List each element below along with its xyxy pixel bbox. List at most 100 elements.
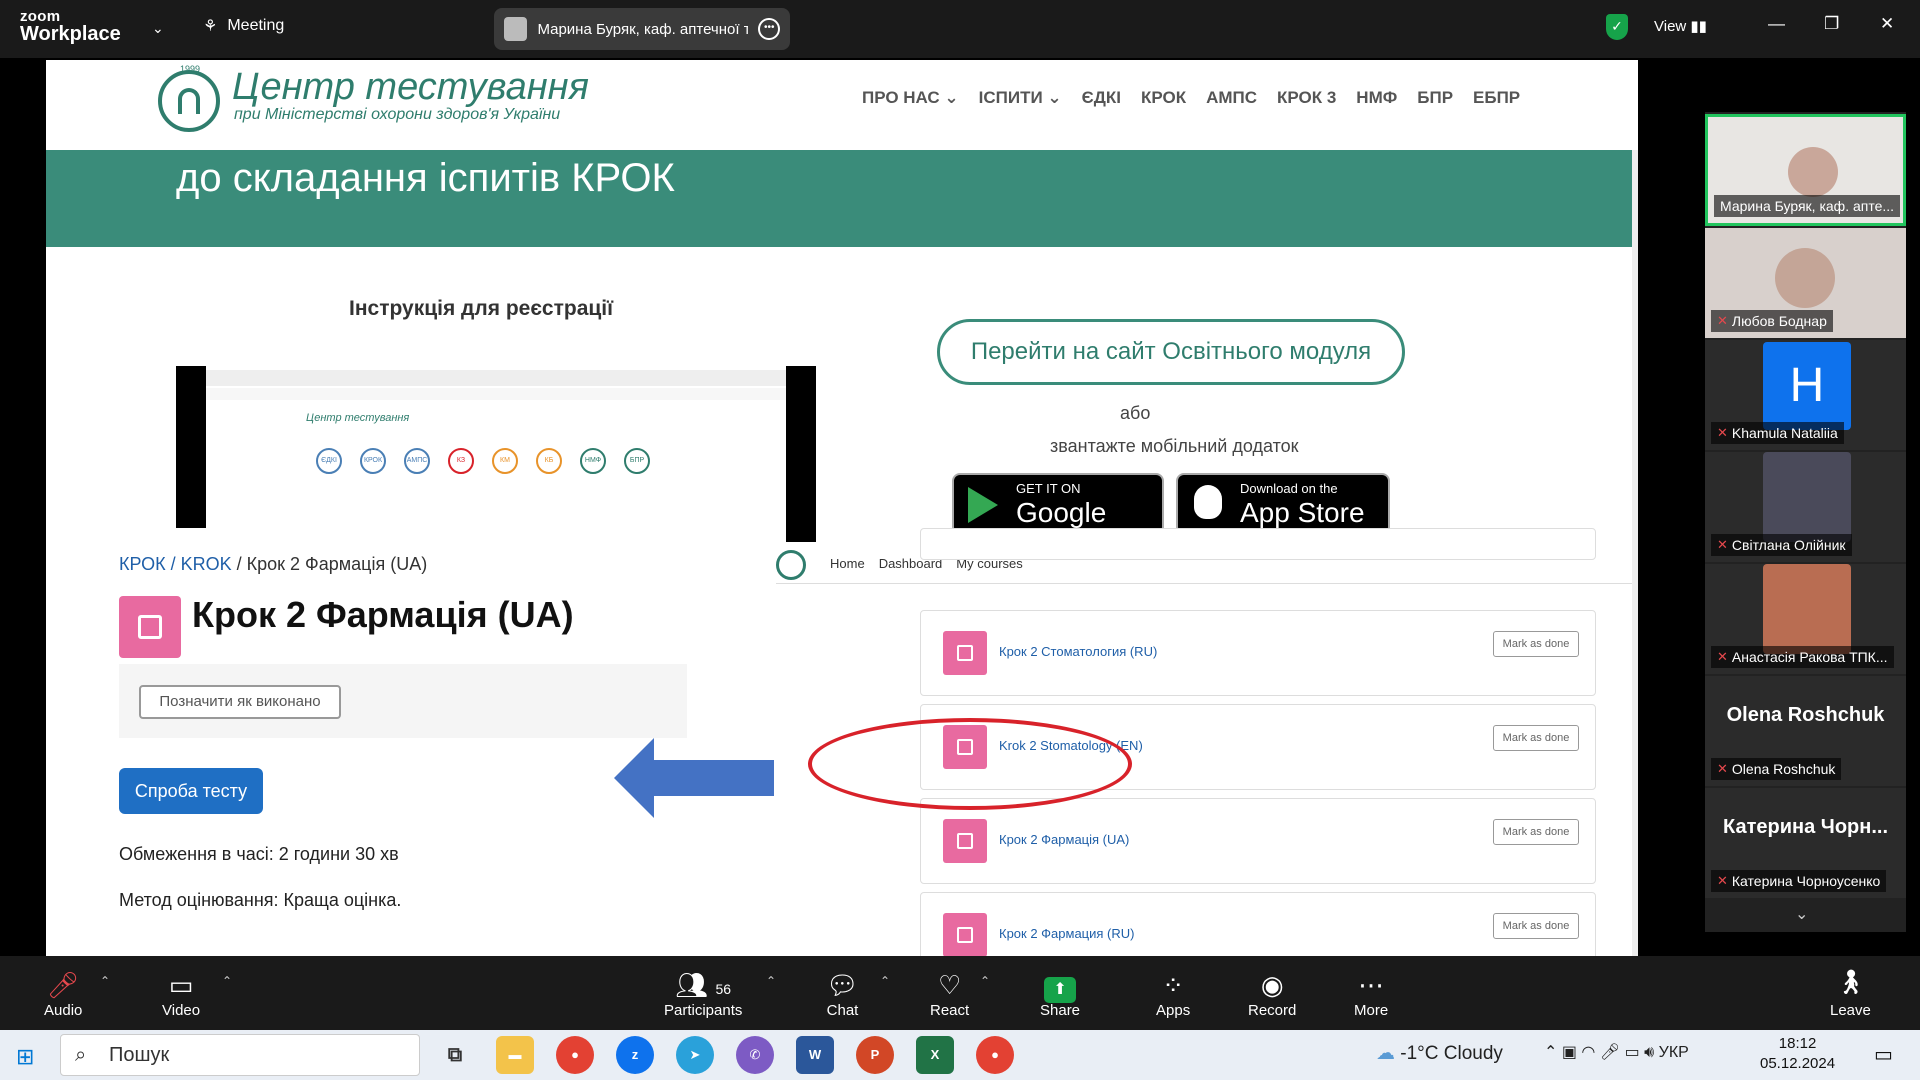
list-item[interactable]: Крок 2 Фармація (UA) Mark as done <box>920 798 1596 884</box>
mark-as-done-button[interactable]: Mark as done <box>1493 725 1579 751</box>
mark-as-done-button[interactable]: Позначити як виконано <box>139 685 341 719</box>
nav-item-exams[interactable]: ІСПИТИ ⌄ <box>979 88 1062 108</box>
exam-circles: ЄДКІ КРОК АМПС КЗ КМ КБ НМФ БПР <box>316 448 650 474</box>
scroll-down-chevron-icon[interactable]: ⌄ <box>1795 904 1808 924</box>
leave-icon: 🚶︎ <box>1835 969 1866 996</box>
task-view-icon[interactable]: ⧉ <box>436 1036 474 1074</box>
notifications-icon[interactable]: ▭ <box>1874 1042 1893 1067</box>
participant-name-text: Катерина Чорноусенко <box>1731 873 1881 889</box>
nav-item-nmf[interactable]: НМФ <box>1356 88 1397 108</box>
excel-icon[interactable]: X <box>916 1036 954 1074</box>
mark-as-done-button[interactable]: Mark as done <box>1493 631 1579 657</box>
grading-method-text: Метод оцінювання: Краща оцінка. <box>119 890 402 910</box>
clock-time: 18:12 <box>1778 1035 1817 1052</box>
chrome-icon[interactable]: ● <box>556 1036 594 1074</box>
mark-as-done-button[interactable]: Mark as done <box>1493 913 1579 939</box>
exam-circle: КЗ <box>448 448 474 474</box>
list-item <box>920 528 1596 560</box>
exam-circle: КБ <box>536 448 562 474</box>
share-button[interactable]: ⬆ Share <box>1040 968 1080 1019</box>
course-link[interactable]: Крок 2 Фармація (UA) <box>999 832 1129 847</box>
leave-button[interactable]: 🚶︎ Leave <box>1830 968 1871 1019</box>
record-button[interactable]: ◉ Record <box>1248 968 1296 1019</box>
apps-icon: ⁘ <box>1162 970 1184 1000</box>
minimize-icon[interactable]: — <box>1768 14 1785 34</box>
nav-item-krok[interactable]: КРОК <box>1141 88 1186 108</box>
nav-item-krok3[interactable]: КРОК 3 <box>1277 88 1336 108</box>
security-shield-icon[interactable]: ✓ <box>1606 14 1628 40</box>
list-item[interactable]: Крок 2 Стоматология (RU) Mark as done <box>920 610 1596 696</box>
participant-tile[interactable]: Марина Буряк, каф. апте... <box>1705 114 1906 226</box>
banner-text: до складання іспитів КРОК <box>176 156 675 200</box>
course-title: Крок 2 Фармація (UA) <box>192 594 574 635</box>
participant-tile[interactable]: ✕ Анастасія Ракова ТПК... <box>1705 564 1906 674</box>
viber-icon[interactable]: ✆ <box>736 1036 774 1074</box>
participants-caret-icon[interactable]: ⌃ <box>766 974 776 988</box>
taskbar-search[interactable]: ⌕ Пошук <box>60 1034 420 1076</box>
apps-button[interactable]: ⁘ Apps <box>1156 968 1190 1019</box>
exam-circle: ЄДКІ <box>316 448 342 474</box>
scrollbar[interactable] <box>1632 150 1638 956</box>
record-icon: ◉ <box>1260 970 1284 1000</box>
course-link[interactable]: Крок 2 Стоматология (RU) <box>999 644 1157 659</box>
file-explorer-icon[interactable]: ▬ <box>496 1036 534 1074</box>
google-play-badge[interactable]: GET IT ON Google Play <box>952 473 1164 560</box>
audio-button[interactable]: 🎤︎ Audio <box>44 968 82 1019</box>
list-item[interactable]: Крок 2 Фармация (RU) Mark as done <box>920 892 1596 956</box>
meeting-menu[interactable]: ⚘ Meeting <box>203 16 284 36</box>
nav-item-amps[interactable]: АМПС <box>1206 88 1257 108</box>
react-button[interactable]: ♡ React <box>930 968 969 1019</box>
attempt-quiz-button[interactable]: Спроба тесту <box>119 768 263 814</box>
exam-circle: КРОК <box>360 448 386 474</box>
nav-item-about[interactable]: ПРО НАС ⌄ <box>862 88 959 108</box>
participant-video <box>1788 147 1838 197</box>
mark-as-done-button[interactable]: Mark as done <box>1493 819 1579 845</box>
nav-item-edki[interactable]: ЄДКІ <box>1082 88 1121 108</box>
telegram-icon[interactable]: ➤ <box>676 1036 714 1074</box>
zoom-app-icon[interactable]: z <box>616 1036 654 1074</box>
participant-tile[interactable]: H ✕ Khamula Nataliia <box>1705 340 1906 450</box>
app-store-badge[interactable]: Download on the App Store <box>1176 473 1390 535</box>
more-options-icon[interactable]: ••• <box>758 18 780 40</box>
audio-caret-icon[interactable]: ⌃ <box>100 974 110 988</box>
nav-home[interactable]: Home <box>830 556 865 571</box>
restore-icon[interactable]: ❐ <box>1824 14 1839 34</box>
chat-button[interactable]: 💬︎ Chat <box>826 968 859 1019</box>
chat-caret-icon[interactable]: ⌃ <box>880 974 890 988</box>
view-button[interactable]: View ▮▮ <box>1654 17 1707 35</box>
windows-start-icon[interactable]: ⊞ <box>16 1044 34 1070</box>
course-link[interactable]: Крок 2 Фармация (RU) <box>999 926 1134 941</box>
participant-tile[interactable]: Катерина Чорн... ✕ Катерина Чорноусенко <box>1705 788 1906 898</box>
word-icon[interactable]: W <box>796 1036 834 1074</box>
meeting-label: Meeting <box>227 17 285 34</box>
participant-name-text: Olena Roshchuk <box>1731 761 1836 777</box>
participant-name-text: Марина Буряк, каф. апте... <box>1720 198 1895 214</box>
video-button[interactable]: ▭ Video <box>162 968 200 1019</box>
video-caret-icon[interactable]: ⌃ <box>222 974 232 988</box>
powerpoint-icon[interactable]: P <box>856 1036 894 1074</box>
more-button[interactable]: ⋯ More <box>1354 968 1388 1019</box>
breadcrumb-link[interactable]: КРОК / KROK <box>119 554 232 574</box>
weather-widget[interactable]: ☁ -1°C Cloudy <box>1376 1042 1503 1065</box>
nav-item-ebpr[interactable]: ЕБПР <box>1473 88 1520 108</box>
close-icon[interactable]: ✕ <box>1880 14 1894 34</box>
more-icon: ⋯ <box>1358 970 1385 1000</box>
taskbar-clock[interactable]: 18:12 05.12.2024 <box>1760 1034 1835 1074</box>
instruction-video[interactable]: Центр тестування ЄДКІ КРОК АМПС КЗ КМ КБ… <box>176 366 816 542</box>
goto-module-button[interactable]: Перейти на сайт Освітнього модуля <box>937 319 1405 385</box>
system-tray[interactable]: ⌃ ▣ ◠ 🎤︎ ▭ 🔊︎ УКР <box>1544 1042 1689 1062</box>
react-caret-icon[interactable]: ⌃ <box>980 974 990 988</box>
participant-tile[interactable]: ✕ Любов Боднар <box>1705 228 1906 338</box>
language-indicator[interactable]: УКР <box>1659 1044 1689 1061</box>
nav-item-bpr[interactable]: БПР <box>1417 88 1453 108</box>
arrow-left-icon <box>614 738 774 818</box>
participant-tile[interactable]: Olena Roshchuk ✕ Olena Roshchuk <box>1705 676 1906 786</box>
chevron-down-icon[interactable]: ⌄ <box>152 20 164 37</box>
leave-label: Leave <box>1830 1002 1871 1019</box>
app-store-label: App Store <box>1240 497 1365 528</box>
course-detail-panel: КРОК / KROK / Крок 2 Фармація (UA) Крок … <box>46 528 687 956</box>
participants-button[interactable]: 👥︎ 56 Participants <box>664 968 742 1019</box>
active-speaker-pill[interactable]: Марина Буряк, каф. аптечної те ••• <box>494 8 790 50</box>
chrome-icon[interactable]: ● <box>976 1036 1014 1074</box>
participant-tile[interactable]: ✕ Світлана Олійник <box>1705 452 1906 562</box>
